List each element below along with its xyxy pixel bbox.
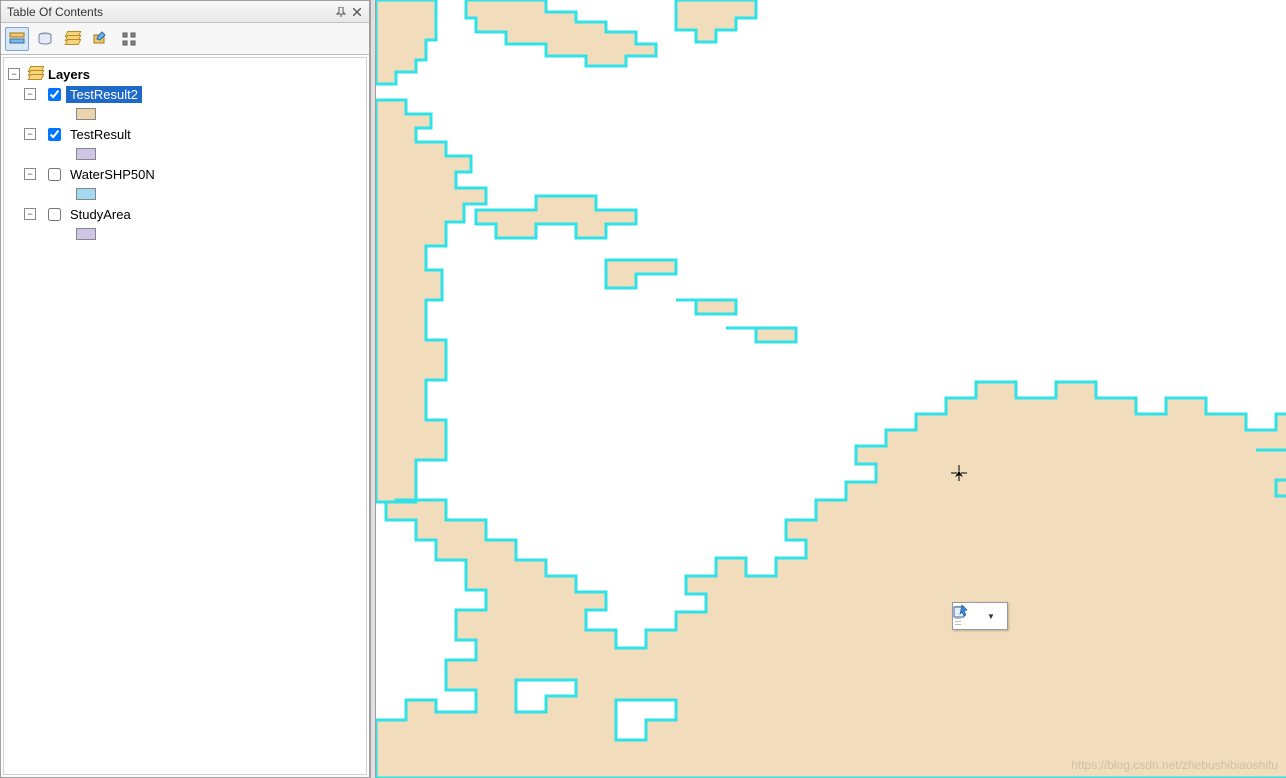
list-by-selection-button[interactable] bbox=[89, 27, 113, 51]
toc-title: Table Of Contents bbox=[5, 5, 333, 19]
layer-row[interactable]: − TestResult2 bbox=[8, 84, 362, 104]
list-by-drawing-order-button[interactable] bbox=[5, 27, 29, 51]
layer-symbol-row[interactable] bbox=[8, 104, 362, 124]
tree-root-row[interactable]: − Layers bbox=[8, 64, 362, 84]
map-canvas[interactable] bbox=[376, 0, 1286, 778]
layer-row[interactable]: − TestResult bbox=[8, 124, 362, 144]
close-icon[interactable] bbox=[349, 4, 365, 20]
layer-swatch[interactable] bbox=[76, 148, 96, 160]
layer-swatch[interactable] bbox=[76, 228, 96, 240]
floating-toolbar[interactable]: ▼ bbox=[952, 602, 1008, 630]
layer-visibility-checkbox[interactable] bbox=[48, 168, 61, 181]
expander-icon[interactable]: − bbox=[24, 128, 36, 140]
expander-icon[interactable]: − bbox=[24, 208, 36, 220]
layer-label[interactable]: WaterSHP50N bbox=[66, 166, 159, 183]
layer-swatch[interactable] bbox=[76, 188, 96, 200]
layer-label[interactable]: StudyArea bbox=[66, 206, 135, 223]
expander-icon[interactable]: − bbox=[8, 68, 20, 80]
pin-icon[interactable] bbox=[333, 4, 349, 20]
layer-symbol-row[interactable] bbox=[8, 224, 362, 244]
layer-swatch[interactable] bbox=[76, 108, 96, 120]
dropdown-arrow-icon[interactable]: ▼ bbox=[985, 612, 997, 621]
toc-header: Table Of Contents bbox=[1, 1, 369, 23]
toc-panel: Table Of Contents bbox=[0, 0, 370, 778]
map-view[interactable]: ▼ https://blog.csdn.net/zhebushibiaoshif… bbox=[376, 0, 1286, 778]
root-label[interactable]: Layers bbox=[46, 67, 90, 82]
list-by-visibility-button[interactable] bbox=[61, 27, 85, 51]
expander-icon[interactable]: − bbox=[24, 88, 36, 100]
layer-row[interactable]: − WaterSHP50N bbox=[8, 164, 362, 184]
select-features-button[interactable] bbox=[963, 606, 983, 626]
layer-label[interactable]: TestResult bbox=[66, 126, 135, 143]
options-button[interactable] bbox=[117, 27, 141, 51]
layer-label[interactable]: TestResult2 bbox=[66, 86, 142, 103]
layer-row[interactable]: − StudyArea bbox=[8, 204, 362, 224]
layer-symbol-row[interactable] bbox=[8, 184, 362, 204]
expander-icon[interactable]: − bbox=[24, 168, 36, 180]
layer-visibility-checkbox[interactable] bbox=[48, 128, 61, 141]
layer-symbol-row[interactable] bbox=[8, 144, 362, 164]
layer-visibility-checkbox[interactable] bbox=[48, 88, 61, 101]
layer-visibility-checkbox[interactable] bbox=[48, 208, 61, 221]
toc-toolbar bbox=[1, 23, 369, 55]
layers-group-icon bbox=[28, 66, 44, 82]
list-by-source-button[interactable] bbox=[33, 27, 57, 51]
toc-tree[interactable]: − Layers − TestResult2 − bbox=[3, 57, 367, 775]
